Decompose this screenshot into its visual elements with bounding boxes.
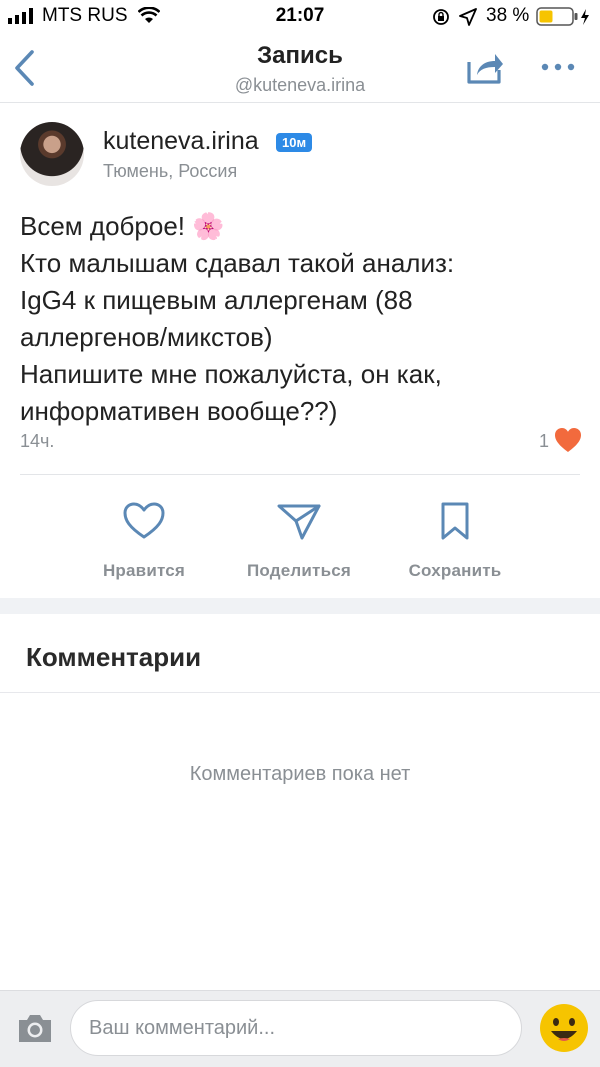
heart-filled-icon[interactable] bbox=[554, 427, 582, 453]
location-arrow-icon bbox=[459, 8, 477, 26]
empty-comments-text: Комментариев пока нет bbox=[189, 763, 411, 785]
page-subtitle[interactable]: @kuteneva.irina bbox=[0, 75, 600, 96]
author-avatar[interactable] bbox=[20, 122, 84, 186]
status-bar: MTS RUS 21:07 38 % bbox=[0, 0, 600, 34]
paper-plane-icon bbox=[277, 504, 321, 540]
comments-title: Комментарии bbox=[26, 642, 202, 672]
camera-icon[interactable] bbox=[16, 1012, 54, 1044]
post-line: аллергенов/микстов) bbox=[20, 322, 273, 352]
page-title: Запись bbox=[257, 42, 343, 69]
comment-input[interactable] bbox=[70, 1000, 522, 1056]
post-line: IgG4 к пищевым аллергенам (88 bbox=[20, 285, 413, 315]
post-text: Всем доброе! 🌸 Кто малышам сдавал такой … bbox=[20, 208, 580, 430]
bookmark-icon bbox=[441, 502, 469, 540]
nav-header: Запись @kuteneva.irina bbox=[0, 34, 600, 103]
battery-icon bbox=[536, 7, 589, 26]
share-button[interactable]: Поделиться bbox=[219, 500, 379, 581]
more-horizontal-icon[interactable] bbox=[540, 62, 576, 72]
share-label: Поделиться bbox=[246, 561, 352, 580]
share-icon[interactable] bbox=[465, 48, 505, 86]
post-line: Всем доброе! 🌸 bbox=[20, 211, 225, 241]
save-button[interactable]: Сохранить bbox=[375, 500, 535, 581]
battery-percent: 38 % bbox=[486, 5, 530, 26]
heart-outline-icon bbox=[123, 502, 165, 539]
post-time: 14ч. bbox=[20, 431, 55, 451]
emoji-icon[interactable] bbox=[538, 1002, 590, 1054]
post-line: информативен вообще??) bbox=[20, 396, 338, 426]
save-label: Сохранить bbox=[408, 561, 502, 580]
time-badge: 10м bbox=[276, 133, 313, 152]
post-line: Кто малышам сдавал такой анализ: bbox=[20, 248, 455, 278]
rotation-lock-icon bbox=[433, 9, 449, 25]
author-location: Тюмень, Россия bbox=[103, 161, 238, 181]
section-separator bbox=[0, 598, 600, 614]
like-label: Нравится bbox=[102, 561, 186, 580]
like-count: 1 bbox=[539, 431, 550, 451]
post-line: Напишите мне пожалуйста, он как, bbox=[20, 359, 442, 389]
like-button[interactable]: Нравится bbox=[64, 500, 224, 581]
divider bbox=[0, 692, 600, 693]
author-name[interactable]: kuteneva.irina bbox=[103, 127, 259, 156]
divider bbox=[20, 474, 580, 475]
